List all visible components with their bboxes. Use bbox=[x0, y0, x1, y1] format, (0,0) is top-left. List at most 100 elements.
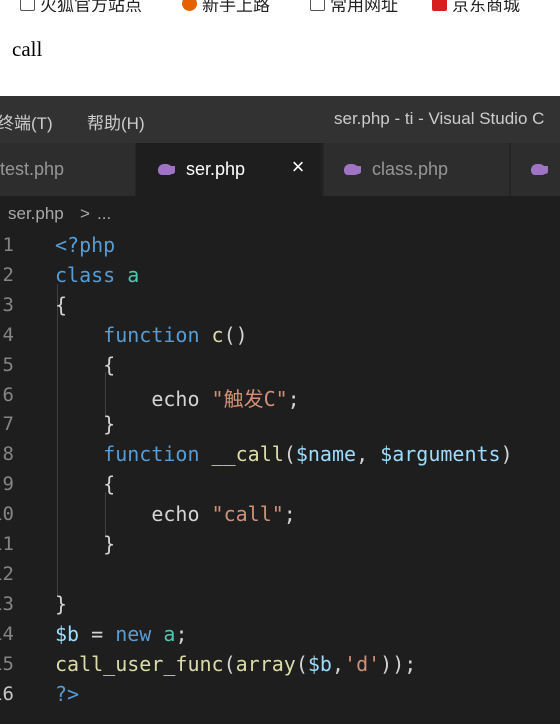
line-number: 3 bbox=[2, 293, 14, 316]
code-token: } bbox=[55, 532, 116, 556]
php-icon bbox=[344, 163, 362, 176]
folder-icon bbox=[310, 0, 325, 11]
bookmark-label: 新手上路 bbox=[202, 0, 270, 12]
code-token: new bbox=[115, 621, 164, 646]
code-token: { bbox=[55, 472, 116, 497]
code-token: class bbox=[55, 262, 128, 287]
code-token: 'd' bbox=[344, 651, 381, 676]
line-number: 10 bbox=[0, 503, 14, 526]
code-line[interactable]: 16 ?> bbox=[0, 679, 560, 709]
line-number: 5 bbox=[2, 353, 14, 376]
code-line[interactable]: 9 { bbox=[0, 469, 560, 499]
code-line[interactable]: 6 echo "触发C"; bbox=[0, 380, 560, 412]
bookmark-label: 火狐官方站点 bbox=[40, 0, 142, 12]
code-line[interactable]: 8 function __call($name, $arguments) bbox=[0, 439, 560, 469]
code-token: array bbox=[235, 651, 296, 676]
menu-terminal[interactable]: 终端(T) bbox=[0, 109, 53, 134]
code-token: ; bbox=[175, 621, 188, 646]
code-text: } bbox=[55, 412, 115, 436]
php-icon bbox=[531, 163, 549, 176]
code-text: { bbox=[55, 293, 67, 317]
code-token: , bbox=[331, 651, 345, 676]
code-token: a bbox=[127, 262, 140, 287]
code-token: <?php bbox=[55, 233, 116, 257]
code-line[interactable]: 4 function c() bbox=[0, 320, 560, 350]
breadcrumb: ser.php > ... bbox=[0, 196, 560, 230]
code-line[interactable]: 2 class a bbox=[0, 260, 560, 290]
code-line[interactable]: 10 echo "call"; bbox=[0, 499, 560, 529]
code-token: = bbox=[79, 621, 116, 646]
code-token: a bbox=[163, 621, 176, 646]
line-number: 11 bbox=[0, 533, 14, 555]
code-token: __call bbox=[211, 442, 284, 467]
tab-ser-php[interactable]: ser.php × bbox=[136, 143, 323, 196]
breadcrumb-rest[interactable]: ... bbox=[97, 204, 111, 224]
code-token: ( bbox=[295, 651, 308, 676]
code-token: { bbox=[55, 292, 68, 317]
folder-icon bbox=[20, 0, 35, 11]
code-line[interactable]: 11 } bbox=[0, 529, 560, 559]
line-number: 8 bbox=[2, 443, 14, 466]
code-text: function c() bbox=[55, 323, 248, 347]
code-text: echo "触发C"; bbox=[55, 383, 300, 412]
code-token: } bbox=[55, 591, 68, 616]
code-token: ; bbox=[287, 386, 300, 411]
code-line[interactable]: 3{ bbox=[0, 290, 560, 320]
code-token: )); bbox=[380, 651, 417, 676]
close-icon[interactable]: × bbox=[288, 156, 308, 178]
code-text: <?php bbox=[55, 233, 115, 257]
code-line[interactable]: 7 } bbox=[0, 409, 560, 439]
code-line[interactable]: 15call_user_func(array($b,'d')); bbox=[0, 649, 560, 679]
code-token: ; bbox=[283, 502, 296, 527]
line-number: 12 bbox=[0, 562, 14, 585]
bookmark-item[interactable]: 火狐官方站点 bbox=[20, 0, 142, 12]
jd-icon bbox=[432, 0, 447, 11]
code-token: "触发C" bbox=[211, 386, 288, 411]
code-token: ) bbox=[500, 442, 513, 467]
bookmark-item[interactable]: 常用网址 bbox=[310, 0, 398, 12]
code-token: () bbox=[223, 322, 248, 347]
php-icon bbox=[158, 163, 176, 176]
code-token: , bbox=[356, 442, 381, 467]
code-line[interactable]: 1 <?php bbox=[0, 230, 560, 260]
bookmark-item[interactable]: 新手上路 bbox=[182, 0, 270, 12]
line-number: 7 bbox=[2, 413, 14, 436]
code-line[interactable]: 12 bbox=[0, 559, 560, 589]
tab-label: class.php bbox=[372, 159, 449, 179]
code-token: function bbox=[103, 442, 212, 467]
code-token: $b bbox=[55, 621, 80, 646]
code-line[interactable]: 14 $b = new a; bbox=[0, 619, 560, 649]
code-text: ?> bbox=[55, 682, 79, 706]
code-text: } bbox=[55, 532, 115, 556]
code-editor[interactable]: 1 <?php 2 class a 3{4 function c() 5 {6 echo … bbox=[0, 230, 560, 724]
tab-class-php[interactable]: class.php bbox=[324, 143, 510, 196]
tab-label: ser.php bbox=[186, 159, 246, 179]
code-token: call_user_func bbox=[55, 651, 224, 676]
menu-help[interactable]: 帮助(H) bbox=[87, 109, 145, 134]
bookmark-item[interactable]: 京东商城 bbox=[432, 0, 520, 12]
line-number: 15 bbox=[0, 652, 14, 675]
page-content: call bbox=[0, 12, 560, 96]
code-token: echo bbox=[151, 386, 212, 411]
line-number: 16 bbox=[0, 682, 14, 705]
bookmarks-bar: 火狐官方站点 新手上路 常用网址 京东商城 bbox=[0, 0, 560, 12]
tab-overflow[interactable] bbox=[511, 143, 560, 196]
tab-test-php[interactable]: test.php bbox=[0, 143, 136, 196]
chevron-right-icon: > bbox=[80, 204, 90, 223]
code-token: function bbox=[103, 322, 212, 347]
code-token: $arguments bbox=[380, 442, 501, 467]
line-number: 14 bbox=[0, 622, 14, 645]
code-token: ?> bbox=[55, 681, 80, 706]
bookmark-label: 常用网址 bbox=[330, 0, 398, 12]
bookmark-label: 京东商城 bbox=[452, 0, 520, 12]
code-line[interactable]: 13} bbox=[0, 589, 560, 619]
breadcrumb-file[interactable]: ser.php bbox=[8, 204, 64, 224]
code-text: { bbox=[55, 353, 115, 377]
line-number: 1 bbox=[2, 234, 14, 256]
line-number: 4 bbox=[2, 323, 14, 346]
line-number: 9 bbox=[2, 473, 14, 496]
code-line[interactable]: 5 { bbox=[0, 350, 560, 380]
code-token: echo bbox=[151, 502, 212, 527]
